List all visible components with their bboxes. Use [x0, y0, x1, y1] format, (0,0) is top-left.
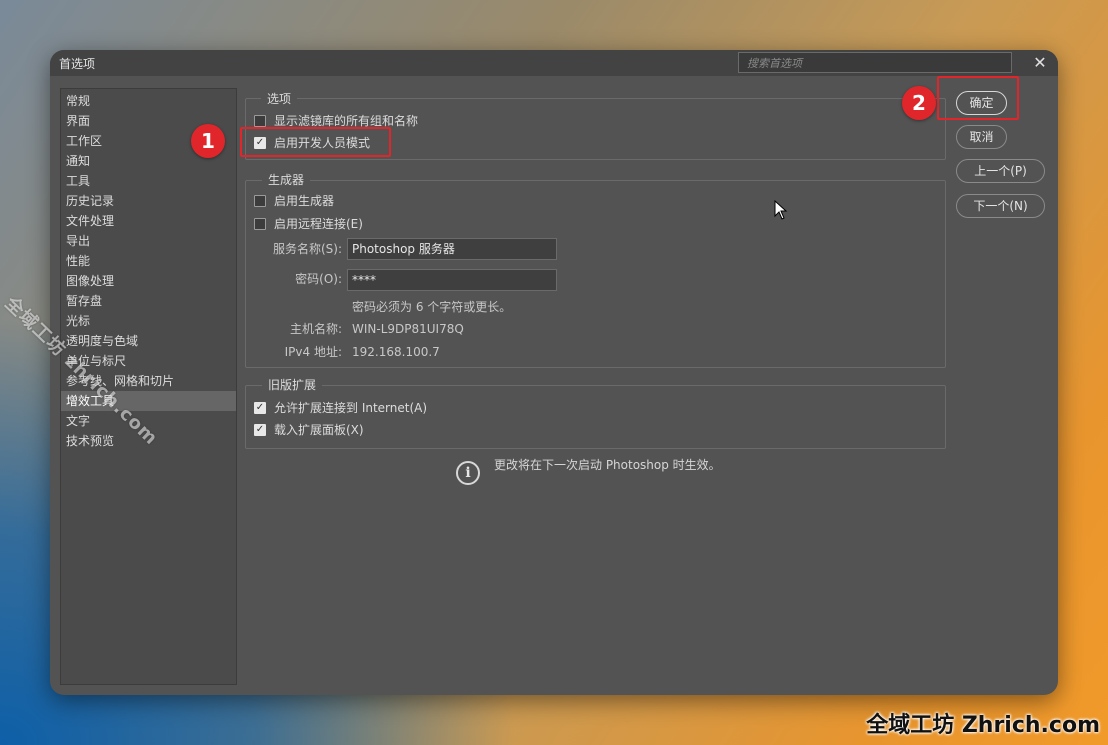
developer-mode-highlight: [240, 127, 391, 157]
sidebar-item-transparency-gamut[interactable]: 透明度与色域: [61, 331, 236, 351]
load-panels-checkbox[interactable]: [254, 423, 266, 436]
sidebar-item-cursors[interactable]: 光标: [61, 311, 236, 331]
generator-group-title: 生成器: [262, 171, 311, 188]
hostname-label: 主机名称:: [289, 322, 342, 336]
sidebar-item-performance[interactable]: 性能: [61, 251, 236, 271]
sidebar-item-general[interactable]: 常规: [61, 91, 236, 111]
hostname-value: WIN-L9DP81UI78Q: [352, 322, 464, 336]
allow-internet-row[interactable]: 允许扩展连接到 Internet(A): [254, 399, 427, 417]
sidebar-item-scratch-disks[interactable]: 暂存盘: [61, 291, 236, 311]
enable-remote-row[interactable]: 启用远程连接(E): [254, 215, 363, 233]
legacy-extensions-group: [245, 385, 946, 449]
legacy-extensions-group-title: 旧版扩展: [262, 376, 323, 393]
title-bar: 首选项 搜索首选项 ✕: [50, 50, 1058, 76]
search-input[interactable]: 搜索首选项: [738, 52, 1012, 73]
password-label: 密码(O):: [295, 272, 342, 286]
options-group-title: 选项: [261, 90, 298, 107]
dialog-title: 首选项: [59, 57, 96, 71]
service-name-input[interactable]: Photoshop 服务器: [347, 238, 557, 260]
sidebar-item-file-handling[interactable]: 文件处理: [61, 211, 236, 231]
sidebar-item-plugins[interactable]: 增效工具: [61, 391, 236, 411]
allow-internet-checkbox[interactable]: [254, 401, 266, 414]
sidebar-item-tools[interactable]: 工具: [61, 171, 236, 191]
password-input[interactable]: ****: [347, 269, 557, 291]
enable-generator-label: 启用生成器: [274, 194, 335, 208]
next-button[interactable]: 下一个(N): [956, 194, 1045, 218]
enable-remote-label: 启用远程连接(E): [274, 217, 363, 231]
enable-generator-row[interactable]: 启用生成器: [254, 192, 334, 210]
ipv4-value: 192.168.100.7: [352, 345, 440, 359]
step-2-badge: 2: [902, 86, 936, 120]
step-1-badge: 1: [191, 124, 225, 158]
restart-notice: 更改将在下一次启动 Photoshop 时生效。: [494, 458, 721, 472]
show-filter-gallery-label: 显示滤镜库的所有组和名称: [274, 114, 419, 128]
ok-button-highlight: [937, 76, 1019, 120]
password-hint: 密码必须为 6 个字符或更长。: [352, 300, 512, 314]
allow-internet-label: 允许扩展连接到 Internet(A): [274, 401, 428, 415]
sidebar-item-image-processing[interactable]: 图像处理: [61, 271, 236, 291]
corner-watermark: 全域工坊 Zhrich.com: [866, 713, 1100, 738]
mouse-cursor-icon: [774, 200, 788, 220]
close-icon[interactable]: ✕: [1030, 53, 1050, 73]
show-filter-gallery-checkbox[interactable]: [254, 114, 266, 127]
enable-generator-checkbox[interactable]: [254, 194, 266, 207]
load-panels-row[interactable]: 载入扩展面板(X): [254, 421, 364, 439]
enable-remote-checkbox[interactable]: [254, 217, 266, 230]
sidebar-item-history[interactable]: 历史记录: [61, 191, 236, 211]
previous-button[interactable]: 上一个(P): [956, 159, 1045, 183]
cancel-button[interactable]: 取消: [956, 125, 1007, 149]
ipv4-label: IPv4 地址:: [284, 345, 342, 359]
service-name-label: 服务名称(S):: [272, 242, 342, 256]
load-panels-label: 载入扩展面板(X): [274, 423, 364, 437]
sidebar-item-export[interactable]: 导出: [61, 231, 236, 251]
info-icon: i: [456, 461, 480, 485]
